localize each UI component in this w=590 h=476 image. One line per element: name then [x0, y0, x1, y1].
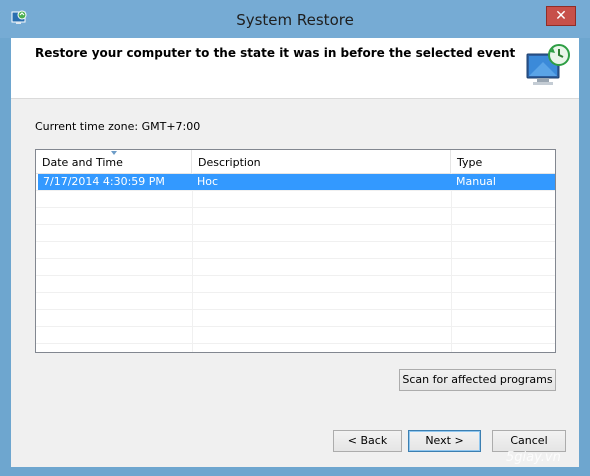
row-description: Hoc — [197, 175, 219, 188]
cancel-button[interactable]: Cancel — [492, 430, 566, 452]
column-type[interactable]: Type — [451, 150, 555, 173]
title-bar[interactable]: System Restore ✕ — [0, 0, 590, 38]
row-gridline — [36, 292, 555, 293]
page-heading: Restore your computer to the state it wa… — [35, 46, 516, 60]
row-gridline — [36, 224, 555, 225]
column-description[interactable]: Description — [192, 150, 451, 173]
row-gridline — [36, 343, 555, 344]
sort-indicator-icon — [111, 151, 117, 155]
table-row[interactable]: 7/17/2014 4:30:59 PM Hoc Manual — [38, 174, 555, 190]
row-gridline — [36, 241, 555, 242]
row-gridline — [36, 258, 555, 259]
row-gridline — [36, 326, 555, 327]
back-button[interactable]: < Back — [333, 430, 402, 452]
restore-points-list[interactable]: Date and Time Description Type 7/17/2014… — [35, 149, 556, 353]
watermark-text: 5giay.vn — [506, 450, 561, 465]
dialog-header: Restore your computer to the state it wa… — [11, 38, 579, 99]
close-button[interactable]: ✕ — [546, 6, 576, 26]
row-gridline — [36, 190, 555, 191]
system-restore-window: System Restore ✕ Restore your computer t… — [0, 0, 590, 476]
timezone-label: Current time zone: GMT+7:00 — [35, 120, 201, 133]
system-restore-icon — [526, 44, 570, 85]
dialog-body: Restore your computer to the state it wa… — [11, 38, 579, 467]
row-gridline — [36, 207, 555, 208]
list-header: Date and Time Description Type — [36, 150, 555, 174]
row-date: 7/17/2014 4:30:59 PM — [43, 175, 165, 188]
scan-affected-programs-button[interactable]: Scan for affected programs — [399, 369, 556, 391]
window-title: System Restore — [236, 11, 354, 29]
next-button[interactable]: Next > — [408, 430, 481, 452]
row-type: Manual — [456, 175, 496, 188]
row-gridline — [36, 275, 555, 276]
row-gridline — [36, 309, 555, 310]
